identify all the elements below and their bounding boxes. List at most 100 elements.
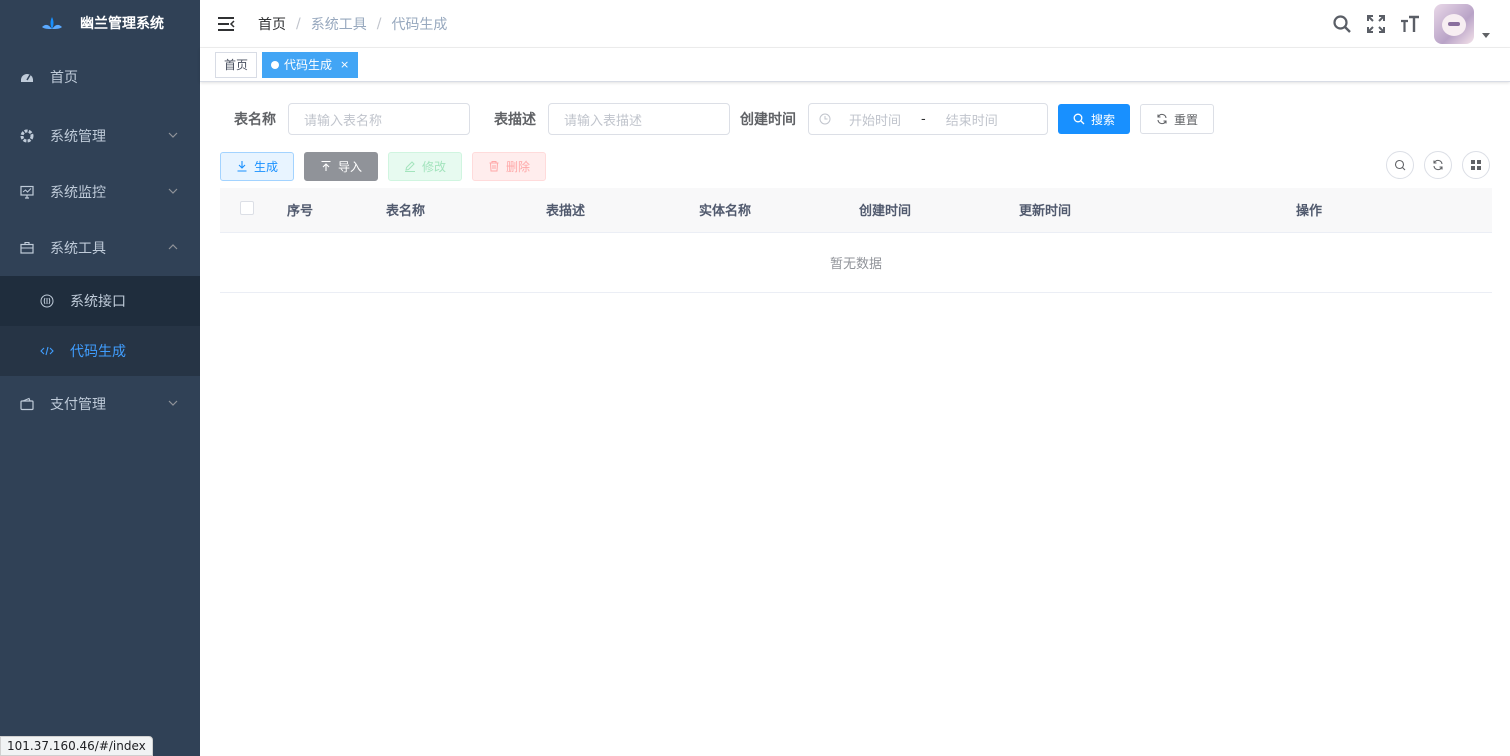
create-time-label: 创建时间 (740, 112, 796, 128)
sidebar-item-home[interactable]: 首页 (0, 46, 200, 108)
table-desc-placeholder: 请输入表描述 (564, 113, 643, 129)
trash-icon (489, 161, 499, 172)
close-icon[interactable]: × (340, 53, 349, 77)
edit-button[interactable]: 修改 (388, 151, 463, 181)
sidebar-item-label: 系统接口 (70, 294, 126, 310)
gear-icon (20, 129, 34, 143)
end-time-placeholder[interactable]: 结束时间 (946, 110, 998, 129)
search-icon (1073, 113, 1085, 125)
right-toolbar (1376, 151, 1490, 179)
search-button-label: 搜索 (1091, 112, 1116, 127)
sidebar-item-payment-management[interactable]: 支付管理 (0, 376, 200, 432)
col-create-time: 创建时间 (859, 188, 1019, 233)
sidebar-item-system-management[interactable]: 系统管理 (0, 108, 200, 164)
generate-button-label: 生成 (254, 159, 279, 174)
wallet-icon (20, 397, 34, 411)
sidebar: 幽兰管理系统 首页 系统管理 系统监控 系统工具 系统接口 代码生成 支付管理 (0, 0, 200, 756)
navbar-right-menu (1318, 0, 1490, 48)
grid-icon (1471, 160, 1481, 170)
col-table-desc: 表描述 (546, 188, 699, 233)
hamburger-icon[interactable] (216, 14, 236, 34)
chevron-down-icon (168, 400, 178, 406)
refresh-icon (1157, 113, 1167, 125)
dashboard-icon (20, 70, 34, 84)
api-icon (40, 294, 54, 308)
reset-button[interactable]: 重置 (1140, 104, 1215, 134)
col-index: 序号 (287, 188, 386, 233)
avatar[interactable] (1434, 4, 1474, 44)
sidebar-item-code-generation[interactable]: 代码生成 (0, 326, 200, 376)
sidebar-item-label: 系统管理 (50, 129, 106, 145)
breadcrumb-separator: / (376, 15, 382, 32)
search-icon (1394, 159, 1406, 171)
edit-icon (405, 161, 416, 172)
sidebar-item-system-tools[interactable]: 系统工具 (0, 220, 200, 276)
tag-label: 代码生成 (284, 57, 333, 72)
reset-button-label: 重置 (1174, 112, 1199, 127)
delete-button[interactable]: 删除 (472, 151, 547, 181)
sidebar-item-system-api[interactable]: 系统接口 (0, 276, 200, 326)
delete-button-label: 删除 (506, 159, 531, 174)
table-name-label: 表名称 (234, 112, 276, 128)
code-icon (40, 344, 54, 358)
table-toolbar: 生成 导入 修改 删除 (220, 151, 1490, 181)
tags-view: 首页 代码生成 × (200, 48, 1510, 82)
tag-code-generation[interactable]: 代码生成 × (262, 51, 359, 78)
table-empty-row: 暂无数据 (220, 232, 1492, 293)
select-all-checkbox[interactable] (240, 200, 254, 215)
search-button[interactable]: 搜索 (1058, 104, 1131, 134)
main-content: 表名称 请输入表名称 表描述 请输入表描述 创建时间 开始时间 - 结束时间 搜… (200, 83, 1510, 756)
toolbox-icon (20, 241, 34, 255)
breadcrumb-home[interactable]: 首页 (258, 14, 286, 34)
upload-icon (321, 160, 331, 171)
table-desc-input[interactable]: 请输入表描述 (548, 103, 730, 135)
breadcrumb-code-generation: 代码生成 (391, 16, 448, 33)
table-desc-label: 表描述 (494, 112, 536, 128)
edit-button-label: 修改 (422, 159, 447, 174)
table-name-input[interactable]: 请输入表名称 (288, 103, 470, 135)
breadcrumb-separator: / (296, 15, 301, 32)
fullscreen-icon[interactable] (1366, 14, 1386, 34)
app-title: 幽兰管理系统 (80, 16, 164, 32)
col-table-name: 表名称 (386, 188, 546, 233)
create-time-range-picker[interactable]: 开始时间 - 结束时间 (808, 103, 1048, 135)
chevron-up-icon (168, 244, 178, 250)
chevron-down-icon (168, 188, 178, 194)
import-button[interactable]: 导入 (304, 151, 379, 181)
toggle-search-button[interactable] (1386, 151, 1414, 179)
sidebar-item-system-monitor[interactable]: 系统监控 (0, 164, 200, 220)
empty-text: 暂无数据 (220, 232, 1492, 293)
refresh-button[interactable] (1424, 151, 1452, 179)
system-tools-submenu: 系统接口 代码生成 (0, 276, 200, 376)
sidebar-item-label: 系统监控 (50, 185, 106, 201)
search-form: 表名称 请输入表名称 表描述 请输入表描述 创建时间 开始时间 - 结束时间 搜… (234, 103, 1490, 135)
logo[interactable]: 幽兰管理系统 (0, 0, 200, 46)
columns-button[interactable] (1462, 151, 1490, 179)
caret-down-icon[interactable] (1482, 32, 1490, 38)
tag-home[interactable]: 首页 (215, 51, 258, 78)
range-separator: - (921, 111, 926, 127)
active-dot-icon (271, 60, 280, 69)
generate-button[interactable]: 生成 (220, 151, 295, 181)
table-name-placeholder: 请输入表名称 (304, 113, 383, 129)
sidebar-item-label: 首页 (50, 70, 78, 86)
orchid-logo-icon (42, 17, 62, 29)
import-button-label: 导入 (338, 159, 363, 174)
tag-label: 首页 (224, 57, 249, 72)
breadcrumb-system-tools: 系统工具 (310, 16, 367, 33)
status-bar-url: 101.37.160.46/#/index (0, 736, 153, 756)
navbar: 首页 / 系统工具 / 代码生成 (200, 0, 1510, 48)
breadcrumb: 首页 / 系统工具 / 代码生成 (258, 14, 447, 34)
search-icon[interactable] (1332, 14, 1352, 34)
refresh-icon (1433, 159, 1443, 171)
download-icon (237, 161, 247, 172)
table-header-row: 序号 表名称 表描述 实体名称 创建时间 更新时间 操作 (220, 188, 1492, 233)
font-size-icon[interactable] (1400, 14, 1420, 34)
sidebar-item-label: 系统工具 (50, 241, 106, 257)
chevron-down-icon (168, 132, 178, 138)
clock-icon (819, 113, 831, 125)
col-actions: 操作 (1296, 188, 1492, 233)
sidebar-item-label: 代码生成 (70, 344, 126, 360)
start-time-placeholder[interactable]: 开始时间 (849, 110, 901, 129)
col-update-time: 更新时间 (1019, 188, 1296, 233)
